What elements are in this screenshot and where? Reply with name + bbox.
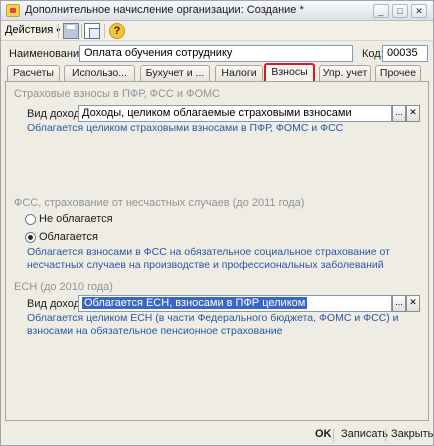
fss-hint-line1: Облагается взносами в ФСС на обязательно… (27, 246, 390, 258)
save-close-icon[interactable] (63, 23, 79, 39)
tab-usage[interactable]: Использо... (64, 65, 135, 81)
esn-hint-line1: Облагается целиком ЕСН (в части Федераль… (27, 312, 399, 324)
save-button[interactable]: Записать (341, 428, 388, 440)
fss-not-taxed-radio[interactable] (25, 214, 36, 225)
fss-hint-line2: несчастных случаев на производстве и про… (27, 259, 384, 271)
help-icon[interactable]: ? (109, 23, 125, 39)
esn-income-field[interactable]: Облагается ЕСН, взносами в ПФР целиком (78, 295, 392, 312)
tab-other[interactable]: Прочее (375, 65, 421, 81)
code-field[interactable]: 00035 (382, 45, 428, 62)
name-field[interactable]: Оплата обучения сотруднику (79, 45, 353, 62)
minimize-button[interactable]: _ (373, 4, 389, 18)
pfr-section-title: Страховые взносы в ПФР, ФСС и ФОМС (14, 88, 221, 100)
toolbar-divider (104, 24, 105, 38)
footer-divider (333, 429, 334, 442)
pfr-income-value: Доходы, целиком облагаемые страховыми вз… (82, 107, 352, 119)
form-footer: OK Записать Закрыть (1, 425, 433, 445)
esn-hint-line2: взносами на обязательное пенсионное стра… (27, 325, 283, 337)
pfr-picker-button[interactable]: ... (392, 105, 406, 122)
fss-section-title: ФСС, страхование от несчастных случаев (… (14, 197, 305, 209)
fss-not-taxed-label[interactable]: Не облагается (39, 213, 113, 225)
esn-income-value: Облагается ЕСН, взносами в ПФР целиком (82, 297, 308, 309)
fss-taxed-radio[interactable] (25, 232, 36, 243)
esn-clear-button[interactable]: ✕ (406, 295, 420, 312)
name-label: Наименование: (9, 48, 89, 60)
close-window-button[interactable]: ✕ (411, 4, 427, 18)
window-title: Дополнительное начисление организации: С… (25, 4, 304, 16)
esn-picker-button[interactable]: ... (392, 295, 406, 312)
document-window: Дополнительное начисление организации: С… (0, 0, 434, 446)
pfr-hint: Облагается целиком страховыми взносами в… (27, 122, 344, 134)
footer-divider (385, 429, 386, 442)
code-label: Код: (362, 48, 384, 60)
close-button[interactable]: Закрыть (391, 428, 433, 440)
ok-button[interactable]: OK (315, 428, 332, 440)
tab-management[interactable]: Упр. учет (319, 65, 371, 81)
tab-calculations[interactable]: Расчеты (7, 65, 60, 81)
toolbar: Действия▾ ? (1, 21, 433, 41)
toolbar-divider (58, 24, 59, 38)
app-icon (6, 4, 20, 17)
tab-strip: Расчеты Использо... Бухучет и ... Налоги… (7, 63, 429, 82)
tab-contributions[interactable]: Взносы (264, 63, 315, 82)
title-bar: Дополнительное начисление организации: С… (1, 1, 433, 21)
tab-accounting[interactable]: Бухучет и ... (140, 65, 210, 81)
actions-menu-label: Действия (5, 24, 54, 36)
esn-section-title: ЕСН (до 2010 года) (14, 281, 113, 293)
fss-taxed-label[interactable]: Облагается (39, 231, 98, 243)
pfr-income-field[interactable]: Доходы, целиком облагаемые страховыми вз… (78, 105, 392, 122)
copy-icon[interactable] (84, 23, 100, 39)
pfr-clear-button[interactable]: ✕ (406, 105, 420, 122)
tab-taxes[interactable]: Налоги (215, 65, 263, 81)
toolbar-divider (81, 24, 82, 38)
actions-menu[interactable]: Действия▾ (5, 24, 60, 36)
maximize-button[interactable]: □ (392, 4, 408, 18)
